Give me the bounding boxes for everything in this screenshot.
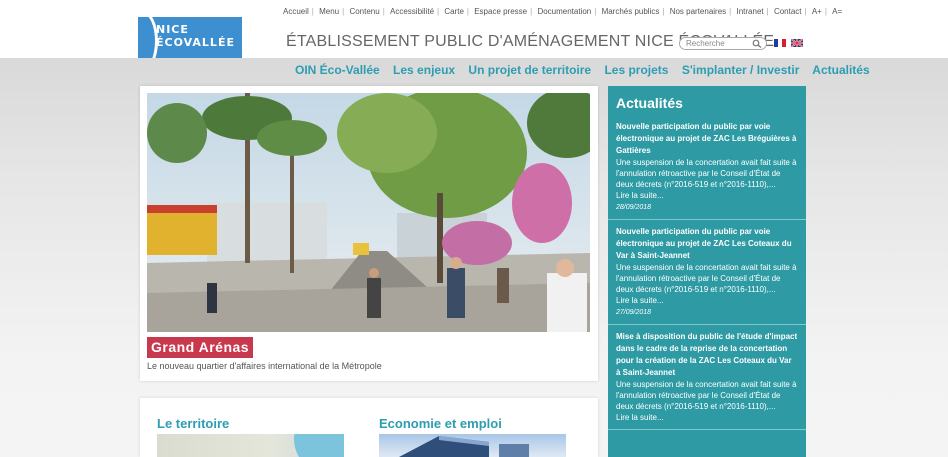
search-icon[interactable] bbox=[752, 39, 762, 48]
sea-shape bbox=[294, 434, 344, 457]
nav-les-enjeux[interactable]: Les enjeux bbox=[393, 63, 455, 77]
news-title[interactable]: Nouvelle participation du public par voi… bbox=[616, 121, 798, 157]
sections-card: Le territoire Economie et emploi bbox=[140, 398, 598, 457]
logo-line-2: ÉCOVALLÉE bbox=[156, 36, 235, 49]
read-more-link[interactable]: Lire la suite... bbox=[616, 190, 798, 202]
section-heading-territoire[interactable]: Le territoire bbox=[157, 416, 229, 431]
hero-card[interactable]: Grand Arénas Le nouveau quartier d'affai… bbox=[140, 86, 598, 381]
nav-oin-eco-vallee[interactable]: OIN Éco-Vallée bbox=[295, 63, 380, 77]
util-link-espace-presse[interactable]: Espace presse bbox=[471, 7, 530, 16]
news-date: 28/09/2018 bbox=[616, 204, 652, 211]
section-heading-economie[interactable]: Economie et emploi bbox=[379, 416, 502, 431]
fr-flag-icon[interactable] bbox=[774, 39, 786, 47]
search-input[interactable]: Recherche bbox=[686, 39, 725, 48]
nav-actualites[interactable]: Actualités bbox=[812, 63, 869, 77]
read-more-link[interactable]: Lire la suite... bbox=[616, 295, 798, 307]
util-link-contact[interactable]: Contact bbox=[771, 7, 805, 16]
site-logo[interactable]: NICE ÉCOVALLÉE bbox=[138, 17, 242, 58]
news-title[interactable]: Nouvelle participation du public par voi… bbox=[616, 226, 798, 262]
news-item[interactable]: Nouvelle participation du public par voi… bbox=[608, 121, 806, 220]
hero-label[interactable]: Grand Arénas bbox=[147, 337, 254, 358]
news-excerpt: Une suspension de la concertation avait … bbox=[616, 263, 797, 294]
territoire-map-image[interactable] bbox=[157, 434, 344, 457]
search-field[interactable]: Recherche bbox=[679, 37, 767, 50]
util-link-accessibilite[interactable]: Accessibilité bbox=[387, 7, 437, 16]
main-nav: OIN Éco-Vallée Les enjeux Un projet de t… bbox=[295, 63, 880, 79]
utility-nav: Accueil | Menu | Contenu | Accessibilité | C… bbox=[280, 7, 845, 19]
hero-illustration bbox=[147, 93, 590, 332]
economie-building-image[interactable] bbox=[379, 434, 566, 457]
util-link-accueil[interactable]: Accueil bbox=[280, 7, 312, 16]
nav-implanter-investir[interactable]: S'implanter / Investir bbox=[682, 63, 800, 77]
nav-les-projets[interactable]: Les projets bbox=[604, 63, 668, 77]
news-excerpt: Une suspension de la concertation avait … bbox=[616, 380, 797, 411]
news-heading: Actualités bbox=[616, 95, 683, 111]
util-link-marches-publics[interactable]: Marchés publics bbox=[599, 7, 663, 16]
logo-swoosh-icon bbox=[138, 17, 158, 58]
util-link-menu[interactable]: Menu bbox=[316, 7, 342, 16]
news-date: 27/09/2018 bbox=[616, 309, 652, 316]
logo-line-1: NICE bbox=[156, 23, 189, 36]
font-increase-button[interactable]: A+ bbox=[809, 7, 825, 16]
building-illustration bbox=[399, 436, 529, 457]
hero-image[interactable] bbox=[147, 93, 590, 332]
util-link-carte[interactable]: Carte bbox=[441, 7, 467, 16]
font-reset-button[interactable]: A= bbox=[829, 7, 845, 16]
news-excerpt: Une suspension de la concertation avait … bbox=[616, 158, 797, 189]
util-link-documentation[interactable]: Documentation bbox=[534, 7, 594, 16]
util-link-contenu[interactable]: Contenu bbox=[346, 7, 382, 16]
hero-caption: Le nouveau quartier d'affaires internati… bbox=[147, 361, 382, 371]
nav-projet-territoire[interactable]: Un projet de territoire bbox=[468, 63, 591, 77]
news-title[interactable]: Mise à disposition du public de l'étude … bbox=[616, 331, 798, 379]
util-link-intranet[interactable]: Intranet bbox=[733, 7, 766, 16]
news-item[interactable]: Nouvelle participation du public par voi… bbox=[608, 226, 806, 325]
util-link-partenaires[interactable]: Nos partenaires bbox=[667, 7, 729, 16]
uk-flag-icon[interactable] bbox=[791, 39, 803, 47]
read-more-link[interactable]: Lire la suite... bbox=[616, 412, 798, 424]
news-panel: Actualités Nouvelle participation du pub… bbox=[608, 86, 806, 457]
news-item[interactable]: Mise à disposition du public de l'étude … bbox=[608, 331, 806, 430]
